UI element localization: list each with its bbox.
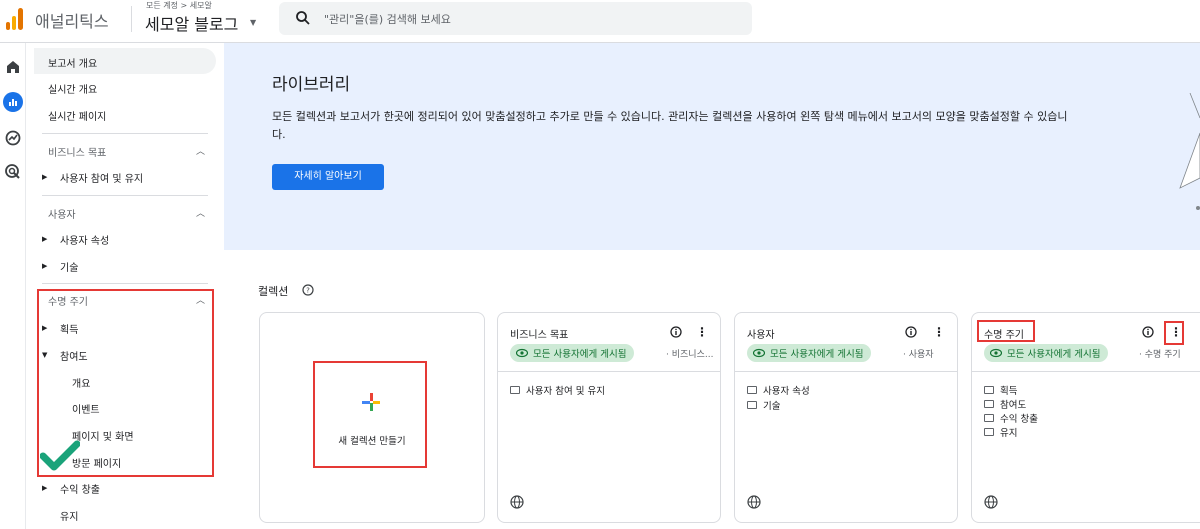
collection-report-folder[interactable]: 사용자 참여 및 유지 bbox=[510, 383, 605, 397]
sidebar-item-tech[interactable]: 기술 bbox=[60, 259, 78, 274]
help-icon[interactable]: ? bbox=[302, 284, 314, 296]
sidebar-item-realtime-overview[interactable]: 실시간 개요 bbox=[48, 81, 97, 96]
sidebar-divider bbox=[42, 195, 208, 196]
expand-arrow-icon[interactable]: ▶ bbox=[42, 235, 47, 243]
chip-label: 모든 사용자에게 게시됨 bbox=[533, 349, 627, 360]
eye-icon bbox=[516, 348, 528, 358]
folder-icon bbox=[984, 428, 994, 436]
folder-icon bbox=[984, 386, 994, 394]
library-illustration-icon bbox=[1179, 93, 1200, 210]
collection-report-folder[interactable]: 획득 bbox=[984, 383, 1017, 397]
app-name: 애널리틱스 bbox=[35, 12, 109, 31]
top-bar: 애널리틱스 모든 계정 > 세모알 세모알 블로그 ▼ "관리"을(를) 검색해… bbox=[0, 0, 1200, 43]
library-banner: 라이브러리 모든 컬렉션과 보고서가 한곳에 정리되어 있어 맞춤설정하고 추가… bbox=[224, 43, 1200, 250]
globe-icon bbox=[984, 495, 998, 509]
globe-icon bbox=[510, 495, 524, 509]
chip-label: 모든 사용자에게 게시됨 bbox=[1007, 349, 1101, 360]
collection-report-folder[interactable]: 유지 bbox=[984, 425, 1017, 439]
sidebar-item-monetization[interactable]: 수익 창출 bbox=[60, 481, 100, 496]
collection-subtitle: · 사용자 bbox=[903, 350, 934, 360]
card-divider bbox=[735, 371, 957, 372]
folder-icon bbox=[747, 401, 757, 409]
more-vert-icon[interactable]: ⋮ bbox=[933, 325, 945, 339]
sidebar-item-retention[interactable]: 유지 bbox=[60, 508, 78, 523]
card-divider bbox=[972, 371, 1200, 372]
chevron-up-icon[interactable]: ︿ bbox=[196, 206, 205, 219]
search-input[interactable]: "관리"을(를) 검색해 보세요 bbox=[324, 11, 451, 27]
sidebar-section-user[interactable]: 사용자 bbox=[48, 206, 76, 221]
left-nav-rail bbox=[0, 43, 26, 529]
published-chip: 모든 사용자에게 게시됨 bbox=[510, 344, 635, 362]
analytics-logo-icon[interactable] bbox=[6, 8, 24, 30]
folder-icon bbox=[747, 386, 757, 394]
expand-arrow-icon[interactable]: ▶ bbox=[42, 484, 47, 492]
sidebar-item-engagement-retention[interactable]: 사용자 참여 및 유지 bbox=[60, 170, 143, 185]
eye-icon bbox=[990, 348, 1002, 358]
explore-icon[interactable] bbox=[4, 129, 22, 147]
collections-title: 컬렉션 bbox=[258, 285, 289, 298]
library-title: 라이브러리 bbox=[272, 75, 351, 95]
folder-icon bbox=[984, 400, 994, 408]
info-icon[interactable] bbox=[905, 326, 917, 338]
collection-subtitle: · 수명 주기 bbox=[1139, 350, 1181, 360]
advertising-icon[interactable] bbox=[4, 163, 22, 181]
learn-more-button[interactable]: 자세히 알아보기 bbox=[272, 164, 384, 190]
published-chip: 모든 사용자에게 게시됨 bbox=[984, 344, 1109, 362]
info-icon[interactable] bbox=[670, 326, 682, 338]
sidebar-item-realtime-pages[interactable]: 실시간 페이지 bbox=[48, 108, 106, 123]
collection-report-folder[interactable]: 사용자 속성 bbox=[747, 383, 810, 397]
account-breadcrumb[interactable]: 모든 계정 > 세모알 bbox=[146, 0, 212, 11]
collection-title: 비즈니스 목표 bbox=[510, 330, 569, 341]
collection-report-folder[interactable]: 기술 bbox=[747, 398, 780, 412]
sidebar-divider bbox=[42, 283, 208, 284]
check-icon bbox=[40, 440, 80, 471]
collection-subtitle: · 비즈니스... bbox=[666, 350, 714, 360]
collection-report-folder[interactable]: 참여도 bbox=[984, 397, 1026, 411]
chevron-up-icon[interactable]: ︿ bbox=[196, 144, 205, 157]
collection-title: 사용자 bbox=[747, 330, 775, 341]
lifecycle-title-highlight-box bbox=[977, 320, 1035, 342]
more-menu-highlight-box bbox=[1164, 321, 1184, 345]
eye-icon bbox=[753, 348, 765, 358]
expand-arrow-icon[interactable]: ▶ bbox=[42, 262, 47, 270]
collection-card-user[interactable]: 사용자 ⋮ 모든 사용자에게 게시됨 · 사용자 사용자 속성 기술 bbox=[734, 312, 958, 523]
folder-icon bbox=[510, 386, 520, 394]
info-icon[interactable] bbox=[1142, 326, 1154, 338]
folder-icon bbox=[984, 414, 994, 422]
new-collection-highlight-box bbox=[313, 361, 427, 468]
search-box[interactable]: "관리"을(를) 검색해 보세요 bbox=[279, 2, 752, 35]
property-dropdown-icon[interactable]: ▼ bbox=[250, 18, 256, 27]
svg-text:?: ? bbox=[306, 287, 310, 295]
library-description: 모든 컬렉션과 보고서가 한곳에 정리되어 있어 맞춤설정하고 추가로 만들 수… bbox=[272, 110, 1068, 141]
expand-arrow-icon[interactable]: ▶ bbox=[42, 173, 47, 181]
published-chip: 모든 사용자에게 게시됨 bbox=[747, 344, 872, 362]
property-name[interactable]: 세모알 블로그 bbox=[145, 11, 238, 35]
sidebar-item-reports-overview[interactable]: 보고서 개요 bbox=[48, 55, 97, 70]
globe-icon bbox=[747, 495, 761, 509]
header-divider bbox=[131, 6, 132, 32]
chip-label: 모든 사용자에게 게시됨 bbox=[770, 349, 864, 360]
reports-icon[interactable] bbox=[3, 92, 23, 112]
collection-card-business[interactable]: 비즈니스 목표 ⋮ 모든 사용자에게 게시됨 · 비즈니스... 사용자 참여 … bbox=[497, 312, 721, 523]
collection-report-folder[interactable]: 수익 창출 bbox=[984, 411, 1038, 425]
card-divider bbox=[498, 371, 720, 372]
sidebar-divider bbox=[42, 133, 208, 134]
home-icon[interactable] bbox=[4, 58, 22, 76]
more-vert-icon[interactable]: ⋮ bbox=[696, 325, 708, 339]
sidebar-item-user-attributes[interactable]: 사용자 속성 bbox=[60, 232, 109, 247]
sidebar-section-business[interactable]: 비즈니스 목표 bbox=[48, 144, 106, 159]
search-icon bbox=[296, 11, 310, 25]
